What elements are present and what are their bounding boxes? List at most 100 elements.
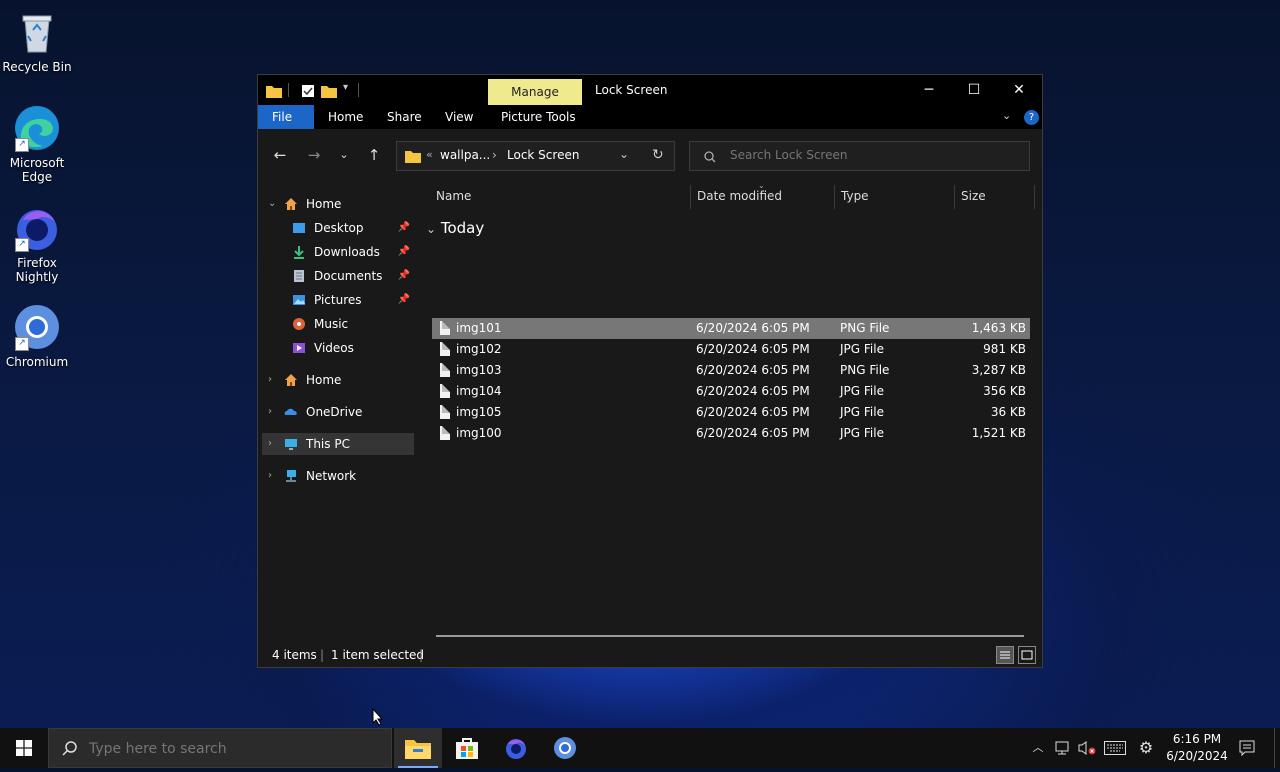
tab-picture-tools[interactable]: Picture Tools — [487, 105, 590, 129]
minimize-button[interactable]: ─ — [906, 75, 952, 105]
volume-muted-icon[interactable] — [1076, 728, 1098, 768]
search-input[interactable] — [728, 147, 1022, 163]
large-icons-view-button[interactable] — [1018, 646, 1036, 664]
network-status-icon[interactable] — [1052, 728, 1074, 768]
action-center-notification-icon[interactable] — [1236, 728, 1258, 768]
taskbar-chromium[interactable] — [541, 728, 589, 768]
address-bar[interactable]: « wallpa... › Lock Screen ⌄ ↻ — [396, 141, 675, 171]
file-name: img100 — [456, 426, 502, 440]
taskbar-microsoft-store[interactable] — [443, 728, 491, 768]
desktop-icon-edge[interactable]: ↗ Microsoft Edge — [2, 104, 72, 184]
pin-icon[interactable]: 📌 — [398, 289, 410, 311]
nav-item-onedrive[interactable]: › OneDrive — [262, 401, 414, 423]
taskbar-file-explorer[interactable] — [394, 728, 442, 768]
music-icon — [293, 318, 305, 330]
pin-icon[interactable]: 📌 — [398, 241, 410, 263]
search-box[interactable] — [689, 141, 1030, 171]
file-name: img102 — [456, 342, 502, 356]
start-button[interactable] — [0, 728, 48, 768]
breadcrumb-parent[interactable]: wallpa... — [440, 148, 490, 162]
up-button[interactable]: ↑ — [362, 143, 386, 167]
help-icon[interactable]: ? — [1024, 110, 1039, 125]
nav-item-videos[interactable]: Videos — [262, 337, 414, 359]
desktop-icon-firefox-nightly[interactable]: ↗ Firefox Nightly — [2, 204, 72, 284]
keyboard-icon[interactable] — [1102, 728, 1128, 768]
column-header-type[interactable]: Type — [841, 189, 869, 207]
taskbar-search-input[interactable] — [87, 740, 381, 758]
column-divider[interactable] — [690, 185, 691, 209]
new-folder-icon[interactable] — [321, 83, 337, 99]
column-header-date-modified[interactable]: Date modified — [697, 189, 782, 207]
chevron-right-icon[interactable]: › — [268, 433, 272, 455]
breadcrumb-current[interactable]: Lock Screen — [507, 148, 579, 162]
desktop-icon-chromium[interactable]: ↗ Chromium — [2, 303, 72, 369]
nav-item-pictures[interactable]: Pictures 📌 — [262, 289, 414, 311]
expand-ribbon-chevron-icon[interactable]: ⌄ — [1002, 109, 1011, 122]
taskbar: ︿ ⚙ 6:16 PM 6/20/2024 — [0, 728, 1280, 768]
table-row[interactable]: img102 6/20/2024 6:05 PM JPG File 981 KB — [432, 339, 1030, 360]
nav-item-desktop[interactable]: Desktop 📌 — [262, 217, 414, 239]
group-header-today[interactable]: ⌄ Today — [426, 219, 484, 237]
file-size: 1,521 KB — [971, 426, 1026, 440]
chevron-right-icon[interactable]: › — [268, 465, 272, 487]
search-icon — [704, 151, 716, 163]
title-bar[interactable]: ▾ Manage Lock Screen ─ ☐ ✕ — [258, 75, 1042, 105]
close-button[interactable]: ✕ — [996, 75, 1042, 105]
properties-icon[interactable] — [301, 83, 315, 99]
column-divider[interactable] — [954, 185, 955, 209]
file-explorer-window: ▾ Manage Lock Screen ─ ☐ ✕ File Home Sha… — [257, 74, 1043, 668]
chromium-icon: ↗ — [13, 303, 61, 351]
nav-item-home[interactable]: › Home — [262, 369, 414, 391]
recent-locations-button[interactable]: ⌄ — [332, 143, 356, 167]
nav-item-label: Documents — [314, 269, 383, 283]
tab-share[interactable]: Share — [373, 105, 436, 129]
refresh-icon[interactable]: ↻ — [652, 147, 664, 163]
details-view-icon — [1000, 651, 1010, 659]
firefox-nightly-icon — [506, 739, 526, 759]
tab-home[interactable]: Home — [314, 105, 377, 129]
back-button[interactable]: ← — [268, 143, 292, 167]
table-row[interactable]: img104 6/20/2024 6:05 PM JPG File 356 KB — [432, 381, 1030, 402]
chevron-right-icon[interactable]: › — [268, 369, 272, 391]
file-icon — [440, 342, 450, 356]
customize-quick-access-icon[interactable]: ▾ — [343, 82, 348, 98]
column-divider[interactable] — [1034, 185, 1035, 209]
nav-item-documents[interactable]: Documents 📌 — [262, 265, 414, 287]
maximize-icon: ☐ — [967, 82, 981, 98]
table-row[interactable]: img105 6/20/2024 6:05 PM JPG File 36 KB — [432, 402, 1030, 423]
details-view-button[interactable] — [996, 646, 1014, 664]
pin-icon[interactable]: 📌 — [398, 265, 410, 287]
table-row[interactable]: img101 6/20/2024 6:05 PM PNG File 1,463 … — [432, 318, 1030, 339]
tab-file[interactable]: File — [258, 105, 314, 129]
taskbar-search[interactable] — [48, 728, 392, 768]
desktop-icon-recycle-bin[interactable]: Recycle Bin — [2, 8, 72, 74]
settings-gear-icon[interactable]: ⚙ — [1135, 728, 1157, 768]
nav-item-home-quick[interactable]: ⌄ Home — [262, 193, 414, 215]
table-row[interactable]: img103 6/20/2024 6:05 PM PNG File 3,287 … — [432, 360, 1030, 381]
nav-item-music[interactable]: Music — [262, 313, 414, 335]
column-divider[interactable] — [834, 185, 835, 209]
taskbar-clock[interactable]: 6:16 PM 6/20/2024 — [1160, 731, 1234, 765]
pin-icon[interactable]: 📌 — [398, 217, 410, 239]
address-dropdown-icon[interactable]: ⌄ — [619, 147, 629, 161]
search-icon — [62, 741, 77, 756]
taskbar-firefox-nightly[interactable] — [492, 728, 540, 768]
nav-item-this-pc[interactable]: › This PC — [262, 433, 414, 455]
show-hidden-icons-chevron-up-icon[interactable]: ︿ — [1028, 728, 1048, 768]
nav-item-network[interactable]: › Network — [262, 465, 414, 487]
horizontal-scrollbar[interactable] — [436, 635, 1024, 637]
column-header-name[interactable]: Name — [436, 189, 471, 207]
table-row[interactable]: img100 6/20/2024 6:05 PM JPG File 1,521 … — [432, 423, 1030, 444]
maximize-button[interactable]: ☐ — [951, 75, 997, 105]
column-header-size[interactable]: Size — [961, 189, 986, 207]
show-desktop-button[interactable] — [1274, 728, 1280, 768]
overflow-chevrons-icon[interactable]: « — [426, 148, 433, 161]
tab-manage[interactable]: Manage — [488, 79, 582, 105]
file-icon — [440, 321, 450, 335]
selection-count: 1 item selected — [331, 648, 425, 662]
nav-item-downloads[interactable]: Downloads 📌 — [262, 241, 414, 263]
forward-button[interactable]: → — [302, 143, 326, 167]
tab-view[interactable]: View — [431, 105, 487, 129]
chevron-right-icon[interactable]: › — [268, 401, 272, 423]
status-divider: | — [320, 648, 325, 662]
